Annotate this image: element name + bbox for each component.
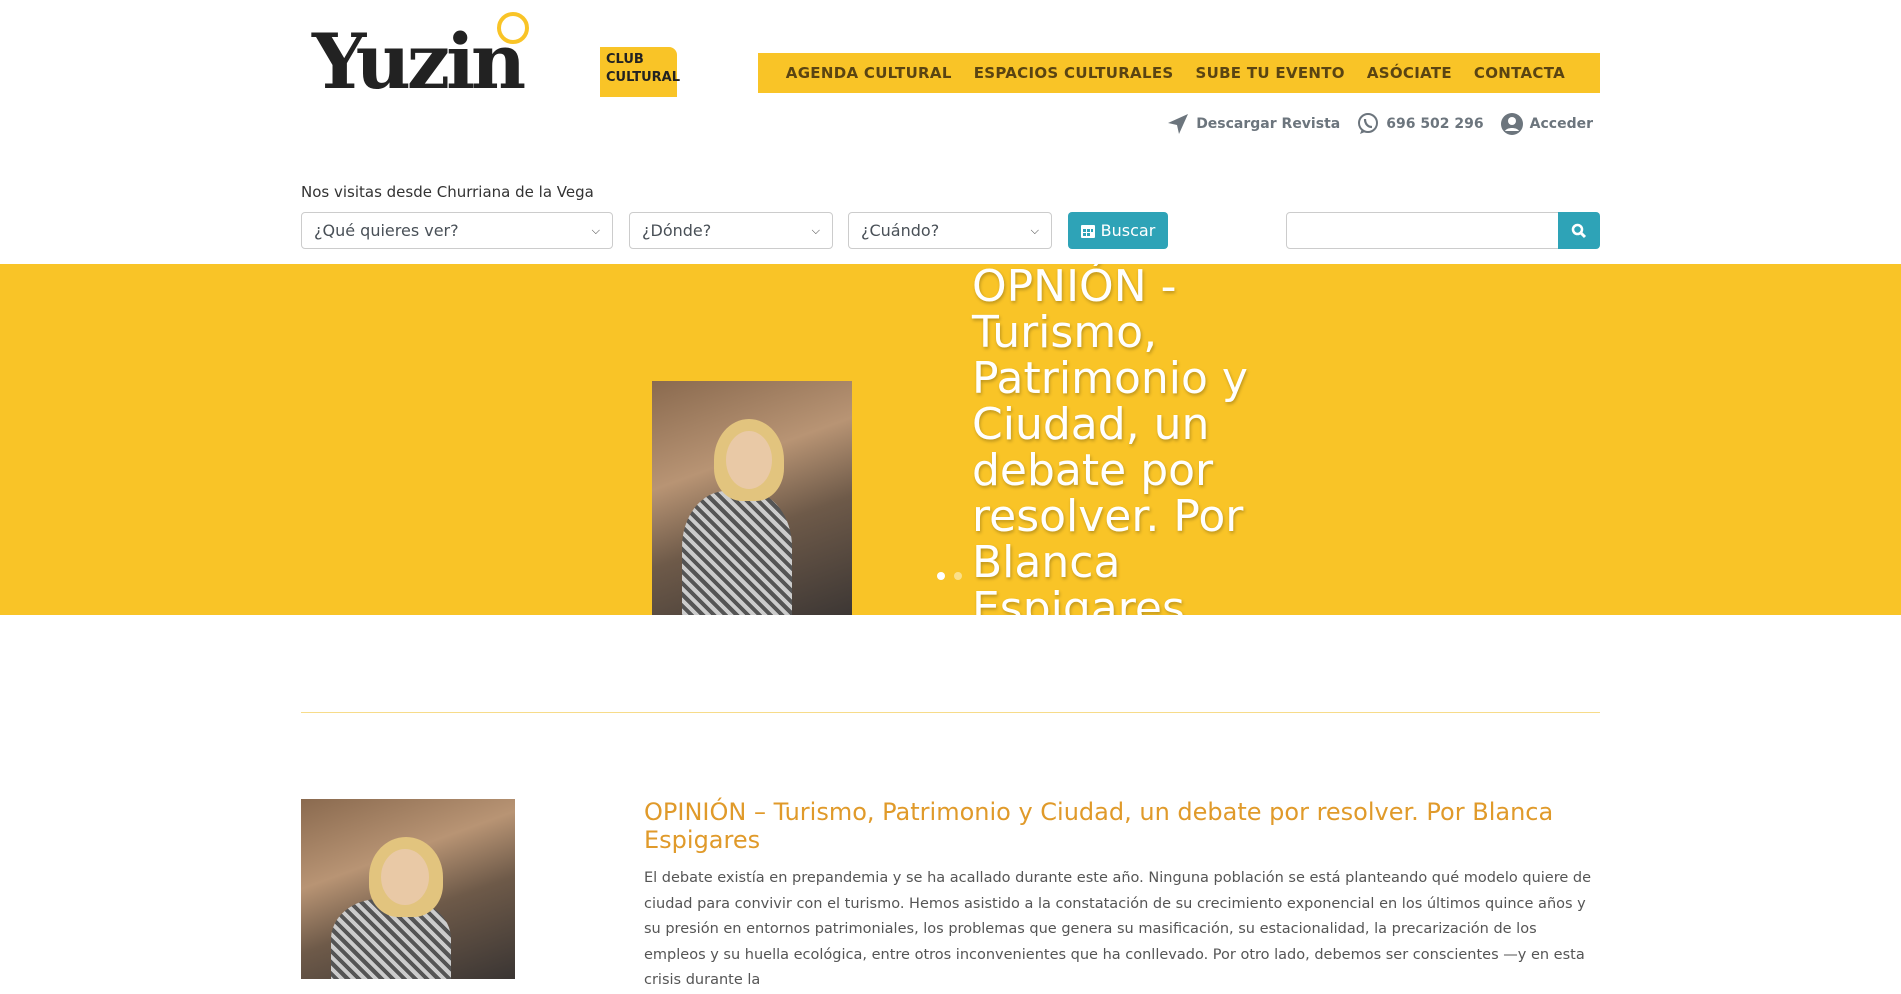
- where-select[interactable]: ¿Dónde? ⌵: [629, 212, 833, 249]
- chevron-down-icon: ⌵: [1030, 223, 1039, 237]
- when-select[interactable]: ¿Cuándo? ⌵: [848, 212, 1052, 249]
- photo-detail: [726, 431, 772, 489]
- article-excerpt: El debate existía en prepandemia y se ha…: [644, 870, 1592, 988]
- what-select-value: ¿Qué quieres ver?: [314, 221, 459, 240]
- location-arrow-icon: [1168, 114, 1189, 134]
- slider-dot-active[interactable]: [937, 572, 945, 580]
- featured-slider: OPNIÓN - Turismo, Patrimonio y Ciudad, u…: [0, 264, 1901, 615]
- what-select[interactable]: ¿Qué quieres ver? ⌵: [301, 212, 613, 249]
- nav-agenda-cultural[interactable]: AGENDA CULTURAL: [786, 64, 952, 82]
- login-label: Acceder: [1529, 116, 1593, 132]
- phone-number: 696 502 296: [1386, 116, 1484, 132]
- when-select-value: ¿Cuándo?: [861, 221, 940, 240]
- calendar-icon: [1080, 225, 1095, 238]
- where-select-value: ¿Dónde?: [642, 221, 712, 240]
- slider-dot[interactable]: [954, 572, 962, 580]
- nav-contacta[interactable]: CONTACTA: [1474, 64, 1565, 82]
- main-nav: AGENDA CULTURAL ESPACIOS CULTURALES SUBE…: [758, 53, 1600, 93]
- logo-tagline: CLUB CULTURAL: [600, 47, 680, 97]
- chevron-down-icon: ⌵: [591, 223, 600, 237]
- download-magazine-label: Descargar Revista: [1196, 116, 1341, 132]
- photo-detail: [381, 849, 429, 905]
- search-submit-button[interactable]: Buscar: [1068, 212, 1168, 249]
- login-link[interactable]: Acceder: [1500, 112, 1593, 136]
- utility-links: Descargar Revista 696 502 296 Acceder: [1166, 112, 1593, 136]
- whatsapp-icon: [1358, 113, 1379, 134]
- article-photo[interactable]: [301, 799, 515, 979]
- chevron-down-icon: ⌵: [811, 223, 820, 237]
- visitor-location-text: Nos visitas desde Churriana de la Vega: [301, 183, 594, 201]
- phone-link[interactable]: 696 502 296: [1356, 112, 1484, 136]
- logo-wordmark: Yuzin: [312, 17, 526, 106]
- nav-sube-tu-evento[interactable]: SUBE TU EVENTO: [1195, 64, 1344, 82]
- download-magazine-link[interactable]: Descargar Revista: [1166, 112, 1340, 136]
- logo-scribble-icon: [497, 12, 529, 44]
- site-search-input[interactable]: [1286, 212, 1559, 249]
- slide-photo[interactable]: [652, 381, 852, 615]
- article-title[interactable]: OPINIÓN – Turismo, Patrimonio y Ciudad, …: [644, 798, 1600, 854]
- photo-detail: [682, 491, 792, 615]
- nav-asociate[interactable]: ASÓCIATE: [1367, 64, 1452, 82]
- search-submit-label: Buscar: [1100, 221, 1156, 240]
- user-circle-icon: [1500, 113, 1523, 135]
- slide-title[interactable]: OPNIÓN - Turismo, Patrimonio y Ciudad, u…: [972, 264, 1292, 615]
- site-logo[interactable]: Yuzin CLUB CULTURAL: [312, 12, 680, 106]
- search-icon: [1571, 223, 1587, 238]
- nav-espacios-culturales[interactable]: ESPACIOS CULTURALES: [974, 64, 1174, 82]
- site-search-button[interactable]: [1558, 212, 1600, 249]
- section-divider: [301, 712, 1600, 713]
